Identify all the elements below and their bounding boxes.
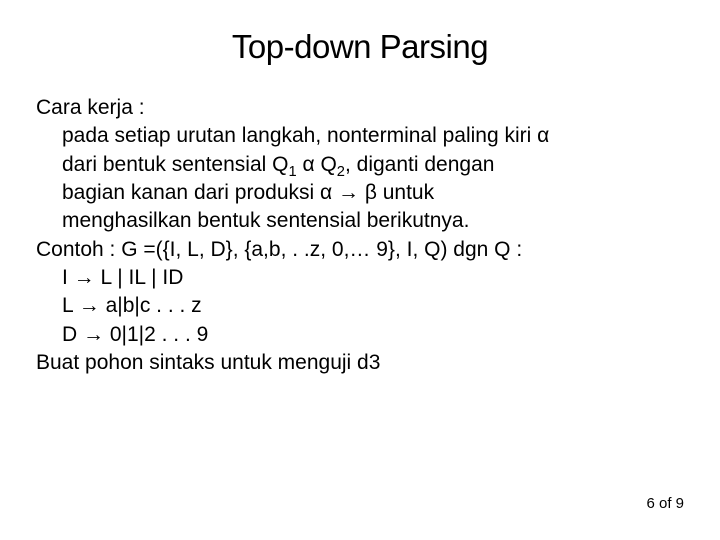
text-line: I → L | IL | ID <box>62 264 684 292</box>
text-line: bagian kanan dari produksi α → β untuk <box>62 179 684 207</box>
text-line: Contoh : G =({I, L, D}, {a,b, . .z, 0,… … <box>36 236 684 264</box>
text-line: dari bentuk sentensial Q1 α Q2, diganti … <box>62 151 684 179</box>
text-span: α Q <box>297 153 337 176</box>
text-line: Buat pohon sintaks untuk menguji d3 <box>36 349 684 377</box>
slide-body: Cara kerja : pada setiap urutan langkah,… <box>36 94 684 377</box>
subscript: 1 <box>288 164 296 180</box>
text-line: menghasilkan bentuk sentensial berikutny… <box>62 207 684 235</box>
page-title: Top-down Parsing <box>36 28 684 66</box>
subscript: 2 <box>337 164 345 180</box>
text-line: Cara kerja : <box>36 94 684 122</box>
text-line: D → 0|1|2 . . . 9 <box>62 321 684 349</box>
text-line: L → a|b|c . . . z <box>62 292 684 320</box>
text-line: pada setiap urutan langkah, nonterminal … <box>62 122 684 150</box>
text-span: dari bentuk sentensial Q <box>62 153 288 176</box>
page-number: 6 of 9 <box>646 495 684 512</box>
text-span: , diganti dengan <box>345 153 494 176</box>
